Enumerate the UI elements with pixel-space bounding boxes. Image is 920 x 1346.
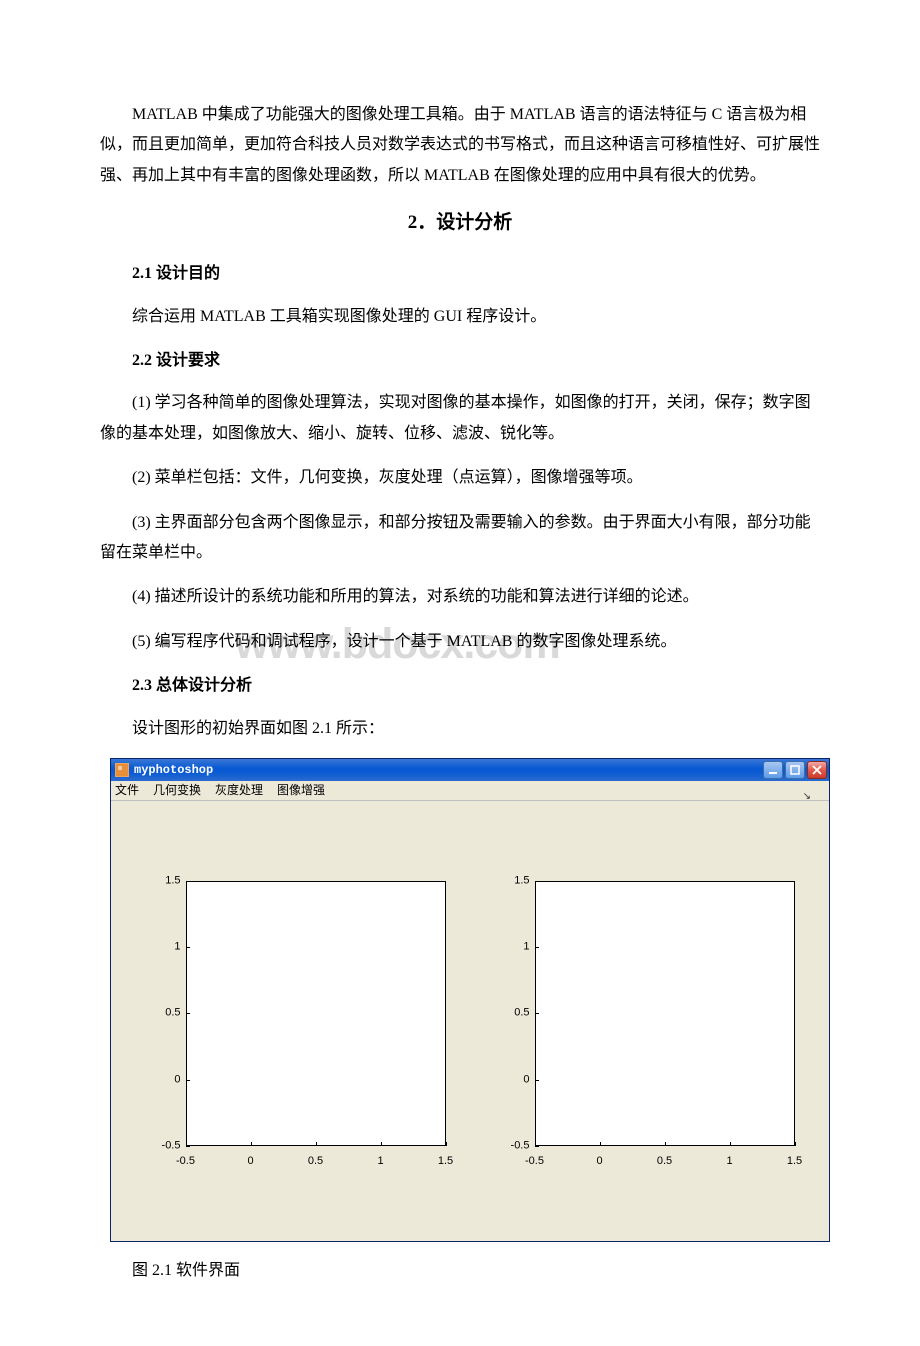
intro-paragraph: MATLAB 中集成了功能强大的图像处理工具箱。由于 MATLAB 语言的语法特… [100,100,820,191]
x-tick-mark [535,1142,536,1146]
x-tick-mark [381,1142,382,1146]
maximize-icon [790,765,800,775]
y-tick-mark [535,1080,539,1081]
close-button[interactable] [807,761,827,779]
y-tick-label: 1.5 [136,871,181,892]
y-tick-label: -0.5 [136,1136,181,1157]
section-2-title: 2．设计分析 [100,205,820,241]
y-tick-mark [186,1146,190,1147]
y-tick-mark [186,1013,190,1014]
y-tick-mark [535,1146,539,1147]
req-1: (1) 学习各种简单的图像处理算法，实现对图像的基本操作，如图像的打开，关闭，保… [100,388,820,449]
x-tick-label: 1 [377,1151,383,1172]
req-3: (3) 主界面部分包含两个图像显示，和部分按钮及需要输入的参数。由于界面大小有限… [100,508,820,569]
menu-enhance[interactable]: 图像增强 [277,779,325,802]
para-2-1: 综合运用 MATLAB 工具箱实现图像处理的 GUI 程序设计。 [100,302,820,332]
y-tick-label: 1.5 [485,871,530,892]
y-tick-mark [186,1080,190,1081]
minimize-button[interactable] [763,761,783,779]
x-tick-label: 1 [726,1151,732,1172]
document-body: MATLAB 中集成了功能强大的图像处理工具箱。由于 MATLAB 语言的语法特… [100,100,820,1286]
window-title: myphotoshop [134,759,213,782]
app-window: myphotoshop 文件 几何变换 灰度处理 图像增强 ↘ [110,758,830,1242]
y-tick-mark [535,947,539,948]
menu-file[interactable]: 文件 [115,779,139,802]
y-tick-label: 1 [485,937,530,958]
y-tick-mark [186,881,190,882]
x-tick-mark [186,1142,187,1146]
x-tick-mark [665,1142,666,1146]
req-4: (4) 描述所设计的系统功能和所用的算法，对系统的功能和算法进行详细的论述。 [100,582,820,612]
x-tick-label: 0.5 [308,1151,323,1172]
y-tick-mark [535,1013,539,1014]
req-5: (5) 编写程序代码和调试程序，设计一个基于 MATLAB 的数字图像处理系统。 [100,627,820,657]
menu-geometry[interactable]: 几何变换 [153,779,201,802]
y-tick-label: 0 [485,1069,530,1090]
x-tick-label: 0 [247,1151,253,1172]
x-tick-label: -0.5 [525,1151,544,1172]
para-2-3: 设计图形的初始界面如图 2.1 所示： [100,714,820,744]
x-tick-mark [446,1142,447,1146]
figure-caption: 图 2.1 软件界面 [100,1256,820,1286]
x-tick-mark [600,1142,601,1146]
window-titlebar: myphotoshop [111,759,829,781]
y-tick-mark [186,947,190,948]
app-icon [115,763,129,777]
y-tick-label: 0 [136,1069,181,1090]
client-area: -0.500.511.5-0.500.511.5 -0.500.511.5-0.… [111,801,829,1241]
heading-2-3: 2.3 总体设计分析 [100,671,820,701]
y-tick-label: 0.5 [136,1003,181,1024]
x-tick-label: 1.5 [787,1151,802,1172]
menu-overflow-icon[interactable]: ↘ [803,787,811,806]
y-tick-label: -0.5 [485,1136,530,1157]
x-tick-label: 0.5 [657,1151,672,1172]
plot-box [186,881,446,1146]
x-tick-mark [795,1142,796,1146]
heading-2-1: 2.1 设计目的 [100,259,820,289]
req-2: (2) 菜单栏包括：文件，几何变换，灰度处理（点运算），图像增强等项。 [100,463,820,493]
y-tick-label: 0.5 [485,1003,530,1024]
menu-gray[interactable]: 灰度处理 [215,779,263,802]
heading-2-2: 2.2 设计要求 [100,346,820,376]
axes-right: -0.5 0 0.5 1 1.5 -0.5 0 0.5 1 1.5 [485,871,805,1191]
x-tick-mark [316,1142,317,1146]
menu-bar: 文件 几何变换 灰度处理 图像增强 ↘ [111,781,829,801]
maximize-button[interactable] [785,761,805,779]
x-tick-label: 1.5 [438,1151,453,1172]
x-tick-label: -0.5 [176,1151,195,1172]
minimize-icon [768,765,778,775]
close-icon [812,765,822,775]
x-tick-mark [730,1142,731,1146]
figure-2-1: myphotoshop 文件 几何变换 灰度处理 图像增强 ↘ [100,758,820,1242]
y-tick-label: 1 [136,937,181,958]
y-tick-mark [535,881,539,882]
x-tick-mark [251,1142,252,1146]
x-tick-label: 0 [596,1151,602,1172]
axes-left: -0.5 0 0.5 1 1.5 -0.5 0 0.5 1 1.5 [136,871,456,1191]
plot-box [535,881,795,1146]
